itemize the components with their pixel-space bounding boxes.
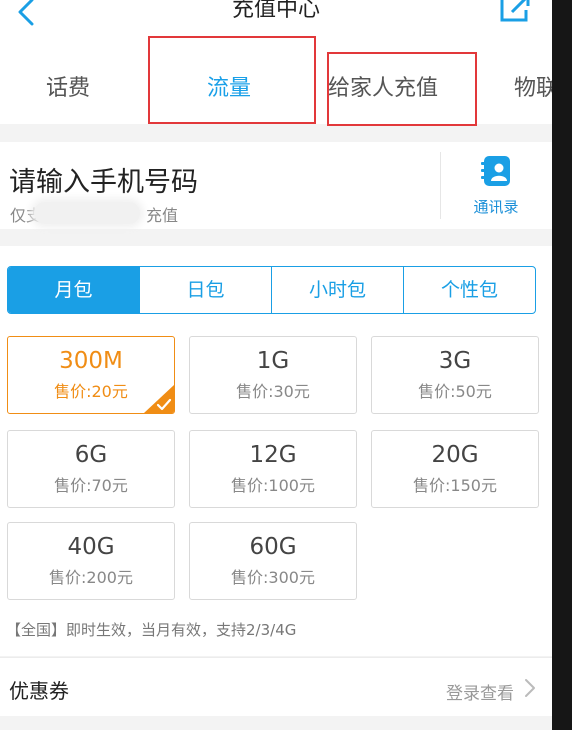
package-card-40g[interactable]: 40G 售价:200元	[7, 522, 175, 600]
phone-number-input[interactable]: 请输入手机号码	[9, 160, 198, 199]
selected-check-icon	[144, 385, 174, 413]
segment-custom[interactable]: 个性包	[403, 267, 535, 313]
package-size: 1G	[256, 348, 290, 374]
phone-hint-end: 充值	[146, 206, 179, 225]
highlight-box-family-recharge	[327, 52, 477, 126]
package-note: 【全国】即时生效，当月有效，支持2/3/4G	[6, 621, 297, 639]
package-card-20g[interactable]: 20G 售价:150元	[371, 430, 539, 508]
tab-huafei[interactable]: 话费	[46, 70, 90, 102]
coupon-login-link[interactable]: 登录查看	[446, 679, 514, 704]
package-section: 月包 日包 小时包 个性包 300M 售价:20元 1G 售价:30元 3G 售…	[0, 246, 552, 656]
package-card-12g[interactable]: 12G 售价:100元	[189, 430, 357, 508]
package-price: 售价:200元	[49, 568, 133, 587]
package-card-3g[interactable]: 3G 售价:50元	[371, 336, 539, 414]
segment-hourly[interactable]: 小时包	[271, 267, 403, 313]
package-price: 售价:300元	[231, 568, 315, 587]
package-type-segmented-control: 月包 日包 小时包 个性包	[7, 266, 536, 314]
package-price: 售价:150元	[413, 476, 497, 495]
package-price: 售价:100元	[231, 476, 315, 495]
package-size: 300M	[59, 348, 123, 374]
package-size: 40G	[67, 534, 115, 560]
redacted-area	[34, 202, 140, 224]
segment-monthly[interactable]: 月包	[8, 267, 139, 313]
package-card-6g[interactable]: 6G 售价:70元	[7, 430, 175, 508]
package-size: 20G	[431, 442, 479, 468]
package-card-1g[interactable]: 1G 售价:30元	[189, 336, 357, 414]
package-size: 60G	[249, 534, 297, 560]
package-card-300m[interactable]: 300M 售价:20元	[7, 336, 175, 414]
contacts-button[interactable]: 通讯录	[440, 142, 552, 229]
package-card-60g[interactable]: 60G 售价:300元	[189, 522, 357, 600]
page-title: 充值中心	[231, 0, 320, 22]
package-price: 售价:30元	[236, 382, 310, 401]
coupon-label: 优惠券	[9, 679, 69, 703]
share-icon[interactable]	[498, 0, 532, 24]
package-price: 售价:50元	[418, 382, 492, 401]
package-size: 12G	[249, 442, 297, 468]
tab-iot[interactable]: 物联	[514, 70, 552, 102]
top-bar: 充值中心	[0, 0, 552, 40]
contacts-icon	[481, 156, 510, 186]
highlight-box-liuliang	[148, 36, 316, 124]
coupon-row[interactable]: 优惠券 登录查看	[0, 657, 552, 716]
phone-input-section: 请输入手机号码 仅支 充值 通讯录	[0, 142, 552, 229]
contacts-label: 通讯录	[473, 198, 519, 216]
package-price: 售价:70元	[54, 476, 128, 495]
segment-daily[interactable]: 日包	[139, 267, 271, 313]
screen-edge	[552, 0, 572, 730]
package-size: 3G	[438, 348, 472, 374]
chevron-right-icon	[525, 679, 535, 697]
package-size: 6G	[74, 442, 108, 468]
